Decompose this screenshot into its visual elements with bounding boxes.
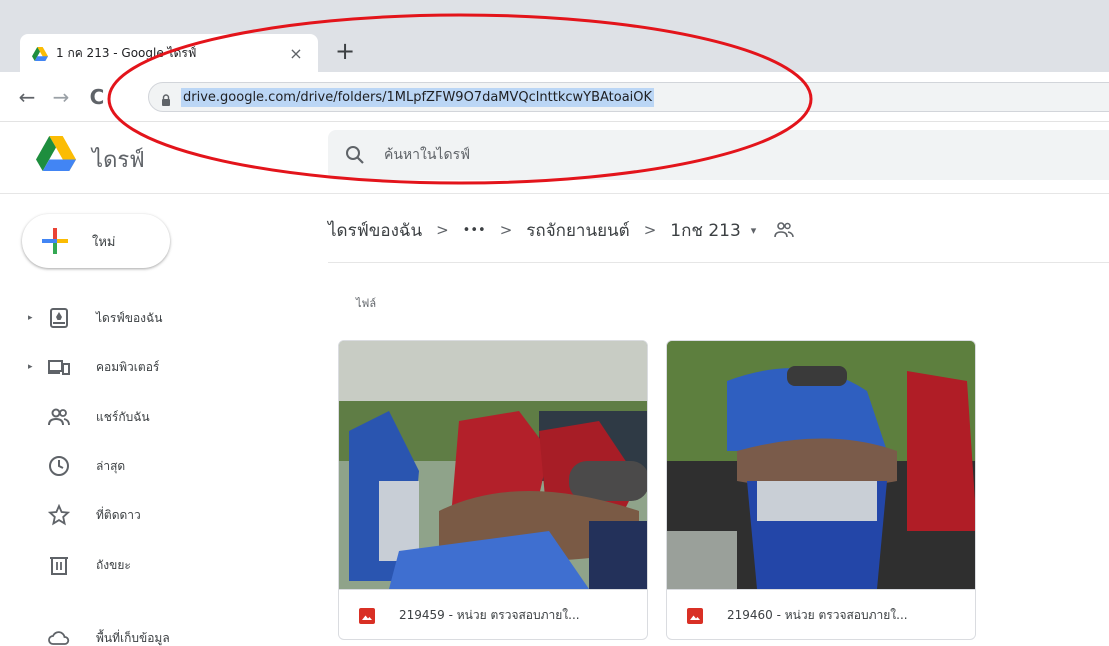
browser-tab-strip: 1 กค 213 - Google ไดรฟ์ × +	[0, 0, 1109, 72]
my-drive-icon	[48, 307, 70, 329]
new-button-label: ใหม่	[92, 234, 116, 250]
forward-button[interactable]: →	[48, 84, 74, 110]
file-thumbnail-image	[667, 341, 975, 589]
breadcrumb-more[interactable]: •••	[463, 223, 486, 238]
drive-logo-text[interactable]: ไดรฟ์	[92, 142, 145, 177]
breadcrumb-separator: >	[436, 221, 449, 239]
file-thumbnail-image	[339, 341, 647, 589]
file-card[interactable]: 219459 - หน่วย ตรวจสอบภายใ...	[338, 340, 648, 640]
search-box[interactable]: ค้นหาในไดรฟ์	[328, 130, 1109, 180]
breadcrumb: ไดรฟ์ของฉัน > ••• > รถจักยานยนต์ > 1กช 2…	[328, 216, 795, 244]
lock-icon	[161, 91, 171, 106]
url-text[interactable]: drive.google.com/drive/folders/1MLpfZFW9…	[181, 87, 655, 107]
expand-caret-icon[interactable]: ▸	[28, 362, 38, 372]
file-card-footer: 219459 - หน่วย ตรวจสอบภายใ...	[339, 589, 647, 639]
file-name: 219460 - หน่วย ตรวจสอบภายใ...	[727, 608, 908, 622]
image-file-icon	[687, 607, 703, 624]
browser-toolbar: ← → C drive.google.com/drive/folders/1ML…	[0, 72, 1109, 122]
image-file-icon	[359, 607, 375, 624]
folder-dropdown-icon[interactable]: ▾	[751, 224, 757, 237]
plus-icon	[40, 226, 70, 256]
star-icon	[47, 503, 71, 526]
clock-icon	[48, 455, 70, 477]
new-button[interactable]: ใหม่	[22, 214, 170, 268]
sidebar: ใหม่ ▸ ไดรฟ์ของฉัน ▸ คอมพิวเตอร์ แชร์กับ…	[0, 194, 300, 646]
people-icon	[48, 406, 70, 428]
breadcrumb-current-folder[interactable]: 1กช 213	[670, 217, 741, 244]
cloud-icon	[48, 627, 70, 646]
breadcrumb-my-drive[interactable]: ไดรฟ์ของฉัน	[328, 217, 422, 244]
sidebar-item-label: ล่าสุด	[96, 458, 126, 473]
browser-tab[interactable]: 1 กค 213 - Google ไดรฟ์ ×	[20, 34, 318, 72]
google-drive-favicon-icon	[32, 46, 48, 61]
breadcrumb-separator: >	[499, 221, 513, 239]
sidebar-item-label: ไดรฟ์ของฉัน	[96, 310, 163, 325]
search-icon[interactable]	[344, 144, 366, 166]
sidebar-item-storage[interactable]: พื้นที่เก็บข้อมูล	[0, 618, 300, 646]
sidebar-item-label: พื้นที่เก็บข้อมูล	[96, 630, 170, 645]
sidebar-item-my-drive[interactable]: ▸ ไดรฟ์ของฉัน	[0, 298, 300, 338]
sidebar-item-recent[interactable]: ล่าสุด	[0, 446, 300, 486]
sidebar-item-label: คอมพิวเตอร์	[96, 359, 160, 374]
search-input[interactable]: ค้นหาในไดรฟ์	[384, 144, 470, 166]
back-button[interactable]: ←	[14, 84, 40, 110]
expand-caret-icon[interactable]: ▸	[28, 313, 38, 323]
file-name: 219459 - หน่วย ตรวจสอบภายใ...	[399, 608, 580, 622]
tab-close-icon[interactable]: ×	[286, 44, 306, 63]
address-bar[interactable]: drive.google.com/drive/folders/1MLpfZFW9…	[148, 82, 1109, 112]
sidebar-item-starred[interactable]: ที่ติดดาว	[0, 495, 300, 535]
google-drive-logo-icon[interactable]	[36, 136, 76, 172]
sidebar-item-shared-with-me[interactable]: แชร์กับฉัน	[0, 397, 300, 437]
tab-title: 1 กค 213 - Google ไดรฟ์	[56, 45, 197, 60]
sidebar-item-label: ถังขยะ	[96, 557, 131, 572]
sidebar-item-computers[interactable]: ▸ คอมพิวเตอร์	[0, 347, 300, 387]
reload-button[interactable]: C	[84, 84, 110, 110]
drive-header: ไดรฟ์ ค้นหาในไดรฟ์	[0, 122, 1109, 194]
file-card-footer: 219460 - หน่วย ตรวจสอบภายใ...	[667, 589, 975, 639]
breadcrumb-separator: >	[643, 221, 657, 239]
breadcrumb-divider	[328, 262, 1109, 263]
trash-icon	[48, 554, 70, 576]
sidebar-item-trash[interactable]: ถังขยะ	[0, 545, 300, 585]
files-section-label: ไฟล์	[356, 297, 377, 310]
new-tab-button[interactable]: +	[332, 38, 358, 66]
sidebar-item-label: แชร์กับฉัน	[96, 409, 150, 424]
file-card[interactable]: 219460 - หน่วย ตรวจสอบภายใ...	[666, 340, 976, 640]
computer-icon	[48, 356, 70, 378]
sidebar-item-label: ที่ติดดาว	[96, 507, 141, 522]
shared-folder-icon[interactable]	[774, 221, 795, 239]
screenshot-page: 1 กค 213 - Google ไดรฟ์ × + ← → C drive.…	[0, 0, 1109, 646]
main-content: ไดรฟ์ของฉัน > ••• > รถจักยานยนต์ > 1กช 2…	[328, 194, 1109, 646]
breadcrumb-motorcycle-folder[interactable]: รถจักยานยนต์	[526, 217, 629, 244]
